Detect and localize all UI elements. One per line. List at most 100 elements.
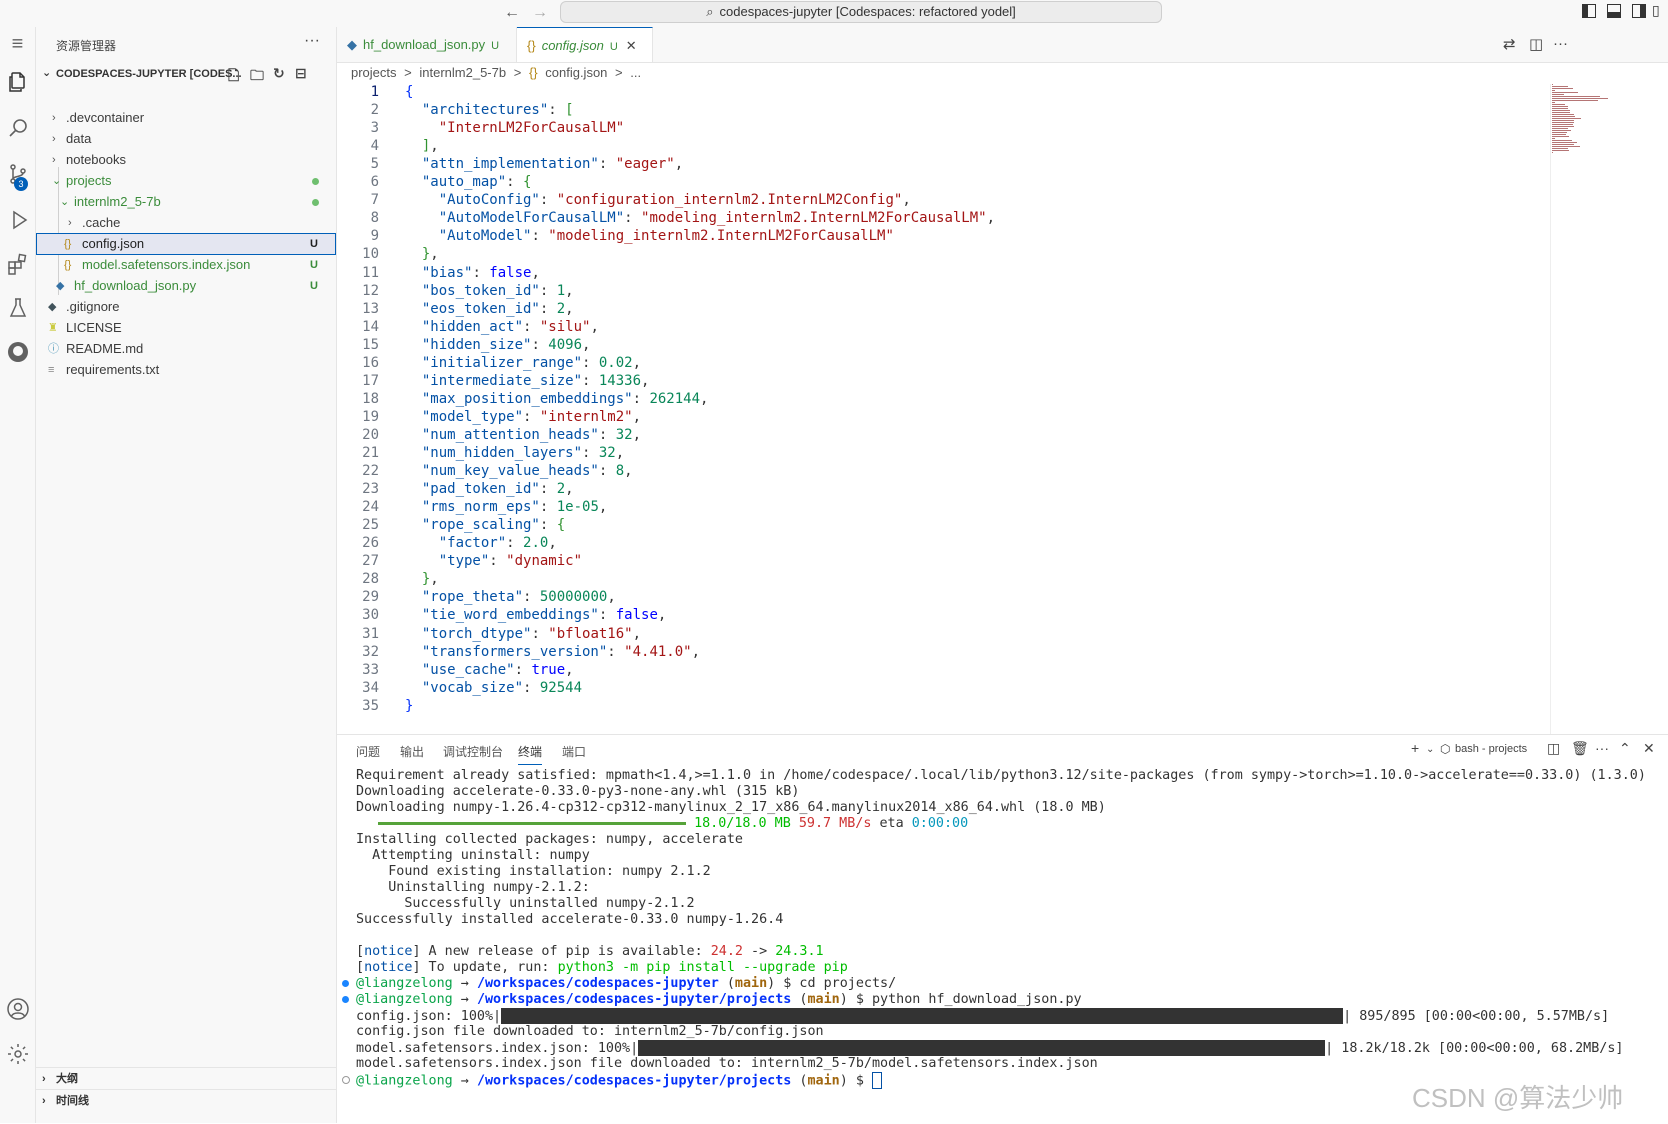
tree-file-hf-download[interactable]: ◆ hf_download_json.py U — [36, 275, 336, 297]
tab-output[interactable]: 输出 — [400, 743, 424, 760]
split-terminal-icon[interactable]: ◫ — [1547, 740, 1560, 757]
minimap-line — [1552, 84, 1553, 85]
code-line: "factor": 2.0, — [405, 535, 557, 551]
explorer-icon[interactable] — [0, 65, 35, 100]
maximize-panel-icon[interactable]: ⌃ — [1619, 740, 1631, 757]
command-success-dot[interactable] — [342, 996, 349, 1003]
tree-folder-notebooks[interactable]: › notebooks — [36, 149, 336, 171]
toggle-primary-sidebar-icon[interactable] — [1582, 4, 1596, 18]
code-token: , — [624, 463, 633, 480]
prompt-command: $ python hf_download_json.py — [847, 992, 1082, 1007]
code-token: "vocab_size" — [421, 679, 524, 696]
terminal-prompt-line: @liangzelong → /workspaces/codespaces-ju… — [342, 976, 896, 991]
new-folder-icon[interactable]: 🗀 — [250, 65, 264, 89]
gear-icon[interactable] — [0, 1037, 35, 1072]
new-terminal-icon[interactable]: + — [1411, 740, 1419, 756]
tab-ports[interactable]: 端口 — [562, 743, 586, 760]
refresh-icon[interactable]: ↻ — [273, 65, 285, 82]
code-token: { — [523, 174, 532, 191]
testing-icon[interactable] — [0, 291, 35, 326]
forward-arrow-icon[interactable]: → — [530, 3, 550, 23]
tree-folder-cache[interactable]: › .cache — [36, 212, 336, 234]
code-token: "factor" — [438, 535, 507, 552]
toggle-secondary-sidebar-icon[interactable] — [1632, 4, 1646, 18]
toggle-panel-icon[interactable] — [1607, 4, 1621, 18]
new-file-icon[interactable]: 🗋 — [228, 65, 239, 89]
tab-hf-download-json[interactable]: ◆ hf_download_json.py U — [337, 27, 517, 62]
breadcrumb-config-json[interactable]: config.json — [545, 65, 607, 80]
code-token: , — [430, 138, 439, 155]
account-icon[interactable] — [0, 992, 35, 1027]
terminal-name[interactable]: bash - projects — [1455, 743, 1527, 755]
tree-file-license[interactable]: ♜ LICENSE — [36, 317, 336, 339]
minimap-line — [1552, 120, 1574, 121]
more-actions-icon[interactable]: ··· — [1595, 740, 1609, 756]
code-token: "use_cache" — [421, 661, 515, 678]
code-editor[interactable]: 1 2 3 4 5 6 7 8 9 10 11 12 13 14 15 16 17 18 19 20 21 22 23 24 2… — [337, 84, 1668, 734]
close-panel-icon[interactable]: ✕ — [1643, 740, 1655, 757]
code-line: "hidden_act": "silu", — [405, 319, 599, 335]
extensions-icon[interactable] — [0, 247, 35, 282]
more-actions-icon[interactable]: ··· — [1553, 35, 1568, 52]
explorer-sidebar: 资源管理器 ··· ⌄ CODESPACES-JUPYTER [CODES...… — [36, 27, 337, 1123]
tree-folder-devcontainer[interactable]: › .devcontainer — [36, 107, 336, 129]
line-number: 3 — [370, 120, 379, 137]
workspace-section-header[interactable]: ⌄ CODESPACES-JUPYTER [CODES... 🗋 🗀 ↻ ⊟ — [36, 64, 336, 86]
minimap-line — [1552, 128, 1568, 129]
github-icon[interactable] — [0, 335, 35, 370]
line-number: 31 — [362, 625, 379, 642]
notice-text: To update, run: — [420, 960, 558, 975]
more-actions-icon[interactable]: ··· — [304, 32, 320, 50]
back-arrow-icon[interactable]: ← — [502, 3, 522, 23]
editor-scrollbar[interactable] — [1550, 84, 1668, 734]
minimap[interactable] — [1550, 84, 1620, 154]
tree-folder-data[interactable]: › data — [36, 128, 336, 150]
compare-changes-icon[interactable]: ⇄ — [1503, 35, 1516, 53]
minimap-line — [1552, 96, 1600, 97]
timeline-section-header[interactable]: › 时间线 — [36, 1089, 336, 1112]
line-number: 23 — [362, 481, 379, 498]
breadcrumb-projects[interactable]: projects — [351, 65, 397, 80]
chevron-down-icon[interactable]: ⌄ — [1426, 744, 1434, 755]
tab-terminal[interactable]: 终端 — [518, 743, 543, 765]
code-line: "AutoModelForCausalLM": "modeling_intern… — [405, 210, 995, 226]
breadcrumb-internlm2[interactable]: internlm2_5-7b — [419, 65, 506, 80]
tree-folder-internlm2[interactable]: ⌄ internlm2_5-7b — [36, 191, 336, 213]
breadcrumb-more[interactable]: ... — [630, 65, 641, 80]
tree-file-gitignore[interactable]: ◆ .gitignore — [36, 296, 336, 318]
tab-debug-console[interactable]: 调试控制台 — [443, 743, 503, 760]
minimap-line — [1552, 92, 1578, 93]
tab-config-json[interactable]: {} config.json U ✕ — [517, 27, 653, 62]
command-center-search[interactable]: ⌕ codespaces-jupyter [Codespaces: refacto… — [560, 1, 1162, 23]
close-icon[interactable]: ✕ — [626, 38, 637, 53]
tree-file-readme[interactable]: ⓘ README.md — [36, 338, 336, 360]
tree-folder-projects[interactable]: ⌄ projects — [36, 170, 336, 192]
code-line: "use_cache": true, — [405, 662, 574, 678]
tree-file-requirements[interactable]: ≡ requirements.txt — [36, 359, 336, 381]
source-control-icon[interactable]: 3 — [0, 157, 35, 192]
editor-tab-bar: ◆ hf_download_json.py U {} config.json U ✕ ⇄ … — [337, 27, 1668, 63]
code-token: , — [607, 589, 616, 606]
tree-file-model-index[interactable]: {} model.safetensors.index.json U — [36, 254, 336, 276]
menu-icon[interactable]: ≡ — [0, 27, 35, 62]
code-token: , — [641, 372, 650, 389]
trash-icon[interactable]: 🗑 — [1571, 740, 1589, 757]
line-number: 17 — [362, 372, 379, 389]
code-token: 32 — [598, 445, 616, 461]
prompt-user: @liangzelong — [356, 1073, 453, 1089]
command-success-dot[interactable] — [342, 980, 349, 987]
customize-layout-icon[interactable]: ▯ — [1652, 2, 1668, 20]
terminal-line: model.safetensors.index.json file downlo… — [356, 1056, 1098, 1071]
code-token: : — [632, 390, 650, 407]
run-debug-icon[interactable] — [0, 203, 35, 238]
tree-file-config-json[interactable]: {} config.json U — [36, 233, 336, 255]
outline-section-header[interactable]: › 大纲 — [36, 1067, 336, 1090]
collapse-all-icon[interactable]: ⊟ — [295, 65, 307, 82]
tab-problems[interactable]: 问题 — [356, 743, 380, 760]
prompt-arrow: → — [452, 1073, 477, 1089]
search-icon[interactable] — [0, 111, 35, 146]
split-editor-icon[interactable]: ◫ — [1529, 35, 1543, 53]
code-token: : — [472, 264, 490, 281]
